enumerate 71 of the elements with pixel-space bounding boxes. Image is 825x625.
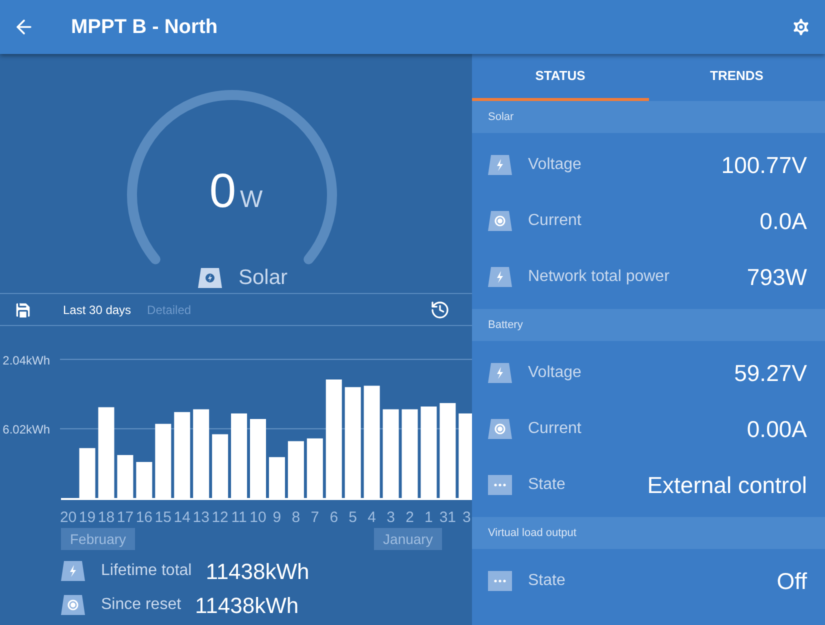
bar [117, 455, 134, 498]
x-tick-label: 2 [406, 509, 414, 526]
target-icon [488, 211, 512, 231]
x-tick-label: 3 [462, 509, 471, 526]
y-tick-label: 6.02kWh [2, 422, 50, 437]
row-value: External control [647, 470, 807, 500]
more-icon [488, 475, 512, 495]
month-label: February [61, 528, 136, 550]
total-value: 11438kWh [195, 592, 299, 620]
row-label: Current [528, 419, 582, 439]
x-tick-label: 8 [292, 509, 300, 526]
row-label: State [528, 571, 566, 591]
x-tick-label: 14 [174, 509, 190, 526]
row-value: Off [776, 566, 807, 596]
gauge-value: 0 [209, 168, 236, 216]
row-label: Network total power [528, 267, 670, 287]
gauge-label: Solar [238, 265, 288, 291]
total-label: Lifetime total [101, 561, 192, 581]
row-value: 793W [746, 262, 807, 292]
row-value: 59.27V [734, 358, 807, 388]
row-label: State [528, 475, 566, 495]
x-tick-label: 12 [212, 509, 228, 526]
row-label: Current [528, 211, 582, 231]
total-label: Since reset [101, 595, 182, 615]
bar [306, 438, 323, 498]
bolt-icon [488, 267, 512, 287]
row-value: 0.0A [760, 206, 807, 236]
x-tick-label: 7 [310, 509, 320, 526]
section-header: Virtual load output [472, 517, 825, 549]
gauge-unit: W [240, 188, 263, 212]
bar [136, 462, 152, 498]
x-tick-label: 10 [250, 509, 266, 526]
y-tick-label: 2.04kWh [2, 353, 50, 368]
row-label: Voltage [528, 155, 582, 175]
row-value: 100.77V [721, 150, 807, 180]
row-label: Voltage [528, 363, 582, 383]
bolt-icon [61, 561, 85, 581]
bar [212, 434, 228, 498]
x-tick-label: 11 [231, 509, 247, 526]
x-tick-label: 20 [60, 509, 77, 526]
bar [288, 441, 304, 498]
x-tick-label: 3 [386, 509, 395, 526]
x-tick-label: 16 [136, 509, 153, 526]
x-tick-label: 4 [368, 509, 376, 526]
x-tick-label: 19 [78, 509, 96, 526]
x-tick-label: 1 [424, 509, 433, 526]
bar [79, 448, 96, 498]
x-tick-label: 31 [439, 509, 456, 526]
x-tick-label: 5 [348, 509, 358, 526]
history-button[interactable] [430, 300, 450, 320]
x-tick-label: 18 [98, 509, 115, 526]
page-title: MPPT B - North [71, 15, 218, 40]
more-icon [488, 571, 512, 591]
section-header: Battery [472, 309, 825, 341]
x-tick-label: 17 [116, 509, 134, 526]
bolt-icon [488, 155, 512, 175]
month-label: January [374, 528, 442, 550]
total-value: 11438kWh [206, 558, 310, 586]
x-tick-label: 9 [272, 509, 282, 526]
bar [268, 457, 285, 498]
target-icon [488, 419, 512, 439]
x-tick-label: 15 [154, 509, 172, 526]
bolt-icon [488, 363, 512, 383]
x-tick-label: 13 [192, 509, 210, 526]
section-header: Solar [472, 101, 825, 133]
row-value: 0.00A [746, 414, 807, 444]
solar-icon [198, 268, 222, 288]
period-tab[interactable]: Last 30 days [63, 300, 132, 318]
tab[interactable]: TRENDS [648, 54, 825, 101]
target-icon [61, 595, 85, 615]
x-tick-label: 6 [330, 509, 338, 526]
